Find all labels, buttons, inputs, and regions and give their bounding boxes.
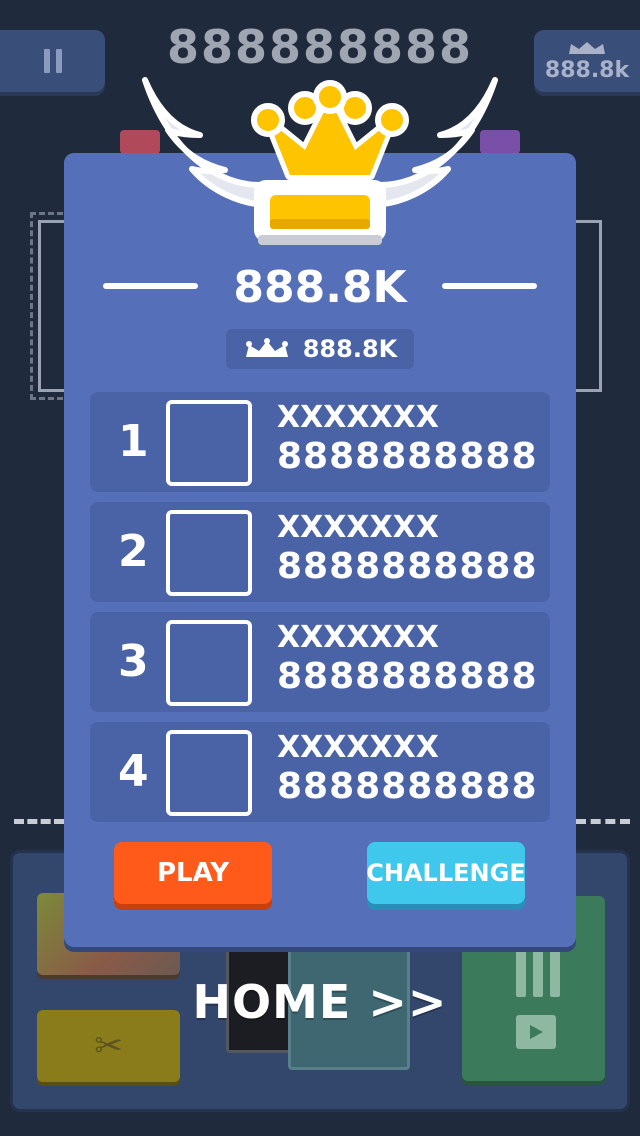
rank-number: 1 bbox=[118, 416, 149, 467]
player-score: 8888888888 bbox=[277, 766, 538, 807]
best-score-badge: 888.8k bbox=[534, 30, 640, 92]
crown-icon bbox=[245, 338, 288, 357]
avatar bbox=[166, 510, 252, 596]
scissors-icon: ✂ bbox=[94, 1026, 123, 1066]
wings-crown-emblem bbox=[142, 77, 498, 245]
rank-number: 2 bbox=[118, 526, 149, 577]
leaderboard-row[interactable]: 2 XXXXXXX 8888888888 bbox=[90, 502, 550, 602]
best-score-pill: 888.8K bbox=[226, 329, 414, 369]
home-link[interactable]: HOME >> bbox=[0, 975, 640, 1029]
player-name: XXXXXXX bbox=[277, 400, 439, 435]
panel-score: 888.8K bbox=[233, 262, 407, 313]
avatar bbox=[166, 730, 252, 816]
leaderboard-row[interactable]: 4 XXXXXXX 8888888888 bbox=[90, 722, 550, 822]
divider-dashes bbox=[14, 819, 64, 824]
best-score-value: 888.8K bbox=[302, 335, 398, 363]
player-score: 8888888888 bbox=[277, 656, 538, 697]
player-name: XXXXXXX bbox=[277, 730, 439, 765]
crown-icon bbox=[569, 41, 605, 54]
leaderboard-row[interactable]: 3 XXXXXXX 8888888888 bbox=[90, 612, 550, 712]
divider-dashes bbox=[576, 819, 630, 824]
best-score-value: 888.8k bbox=[544, 57, 630, 83]
player-name: XXXXXXX bbox=[277, 620, 439, 655]
challenge-button[interactable]: CHALLENGE bbox=[366, 842, 526, 904]
rank-number: 3 bbox=[118, 636, 149, 687]
leaderboard-row[interactable]: 1 XXXXXXX 8888888888 bbox=[90, 392, 550, 492]
player-score: 8888888888 bbox=[277, 546, 538, 587]
play-button[interactable]: PLAY bbox=[114, 842, 272, 904]
player-score: 8888888888 bbox=[277, 436, 538, 477]
avatar bbox=[166, 620, 252, 706]
player-name: XXXXXXX bbox=[277, 510, 439, 545]
rank-number: 4 bbox=[118, 746, 149, 797]
avatar bbox=[166, 400, 252, 486]
